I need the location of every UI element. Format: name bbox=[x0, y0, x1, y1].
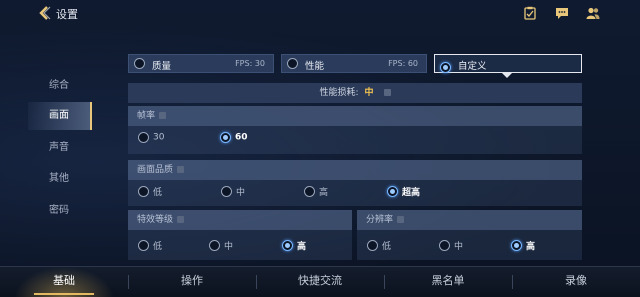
radio-selected-icon[interactable] bbox=[282, 240, 293, 251]
page-title: 设置 bbox=[56, 8, 78, 21]
quality-title: 画面品质 bbox=[137, 165, 174, 175]
effects-header: 特效等级 bbox=[128, 210, 352, 230]
effects-option-low[interactable]: 低 bbox=[138, 239, 162, 252]
chat-icon[interactable] bbox=[555, 6, 569, 20]
quality-option-medium[interactable]: 中 bbox=[221, 185, 245, 198]
resolution-option-high[interactable]: 高 bbox=[511, 239, 535, 252]
resolution-option-medium[interactable]: 中 bbox=[439, 239, 463, 252]
radio-icon[interactable] bbox=[138, 186, 149, 197]
preset-custom-radio[interactable] bbox=[440, 62, 451, 73]
radio-icon[interactable] bbox=[138, 240, 149, 251]
quality-option-low[interactable]: 低 bbox=[138, 185, 162, 198]
effects-title: 特效等级 bbox=[137, 215, 174, 225]
option-label: 低 bbox=[382, 242, 392, 252]
option-label: 高 bbox=[526, 242, 536, 252]
radio-selected-icon[interactable] bbox=[511, 240, 522, 251]
back-arrow-icon[interactable] bbox=[36, 5, 52, 21]
resolution-header: 分辨率 bbox=[357, 210, 582, 230]
preset-custom-label: 自定义 bbox=[458, 61, 487, 72]
radio-selected-icon[interactable] bbox=[387, 186, 398, 197]
framerate-option-30[interactable]: 30 bbox=[138, 132, 164, 143]
effects-option-medium[interactable]: 中 bbox=[209, 239, 233, 252]
bottom-tab-bar: 基础 操作 快捷交流 黑名单 录像 bbox=[0, 266, 640, 297]
tab-basic[interactable]: 基础 bbox=[14, 267, 114, 297]
tab-quick-chat[interactable]: 快捷交流 bbox=[270, 267, 370, 297]
preset-quality-label: 质量 bbox=[152, 61, 172, 72]
tab-divider bbox=[128, 275, 129, 289]
sidebar-item-password[interactable]: 密码 bbox=[28, 197, 90, 225]
tab-controls[interactable]: 操作 bbox=[142, 267, 242, 297]
framerate-option-60[interactable]: 60 bbox=[220, 132, 248, 143]
option-label: 高 bbox=[319, 188, 329, 198]
radio-icon[interactable] bbox=[138, 132, 149, 143]
performance-cost-bar: 性能损耗: 中 bbox=[128, 83, 582, 103]
tab-divider bbox=[512, 275, 513, 289]
radio-icon[interactable] bbox=[439, 240, 450, 251]
option-label: 超高 bbox=[402, 188, 421, 198]
tab-divider bbox=[384, 275, 385, 289]
option-label: 低 bbox=[153, 242, 163, 252]
resolution-option-low[interactable]: 低 bbox=[367, 239, 391, 252]
radio-selected-icon[interactable] bbox=[220, 132, 231, 143]
performance-cost-value: 中 bbox=[364, 88, 374, 98]
info-icon[interactable] bbox=[159, 112, 167, 119]
radio-icon[interactable] bbox=[304, 186, 315, 197]
radio-icon[interactable] bbox=[221, 186, 232, 197]
header: 设置 bbox=[0, 0, 640, 28]
info-icon[interactable] bbox=[397, 216, 405, 223]
radio-icon[interactable] bbox=[367, 240, 378, 251]
option-label: 60 bbox=[235, 132, 248, 143]
option-label: 低 bbox=[153, 188, 163, 198]
radio-icon[interactable] bbox=[209, 240, 220, 251]
info-icon[interactable] bbox=[177, 216, 185, 223]
tab-replay[interactable]: 录像 bbox=[526, 267, 626, 297]
tab-blacklist[interactable]: 黑名单 bbox=[398, 267, 498, 297]
friends-icon[interactable] bbox=[586, 6, 600, 20]
preset-performance-label: 性能 bbox=[305, 61, 325, 72]
preset-quality-button[interactable]: 质量 FPS: 30 bbox=[128, 54, 274, 73]
effects-option-high[interactable]: 高 bbox=[282, 239, 306, 252]
sidebar-item-other[interactable]: 其他 bbox=[28, 165, 90, 193]
quality-option-ultra[interactable]: 超高 bbox=[387, 185, 420, 198]
preset-performance-radio[interactable] bbox=[287, 58, 298, 69]
option-label: 中 bbox=[236, 188, 246, 198]
selection-pointer bbox=[502, 73, 512, 78]
sidebar-item-general[interactable]: 综合 bbox=[28, 72, 90, 100]
info-icon[interactable] bbox=[177, 166, 185, 173]
task-checklist-icon[interactable] bbox=[523, 6, 537, 20]
option-label: 高 bbox=[297, 242, 307, 252]
resolution-title: 分辨率 bbox=[366, 215, 394, 225]
sidebar-item-graphics[interactable]: 画面 bbox=[28, 102, 92, 130]
sidebar-item-sound[interactable]: 声音 bbox=[28, 134, 90, 162]
quality-option-high[interactable]: 高 bbox=[304, 185, 328, 198]
option-label: 中 bbox=[454, 242, 464, 252]
preset-performance-button[interactable]: 性能 FPS: 60 bbox=[281, 54, 427, 73]
tab-divider bbox=[256, 275, 257, 289]
framerate-header: 帧率 bbox=[128, 106, 582, 126]
framerate-title: 帧率 bbox=[137, 111, 156, 121]
preset-quality-fps: FPS: 30 bbox=[235, 59, 265, 68]
quality-header: 画面品质 bbox=[128, 160, 582, 180]
option-label: 中 bbox=[224, 242, 234, 252]
option-label: 30 bbox=[153, 132, 165, 143]
preset-quality-radio[interactable] bbox=[134, 58, 145, 69]
preset-custom-button[interactable]: 自定义 bbox=[434, 54, 582, 73]
info-icon[interactable] bbox=[383, 89, 391, 96]
performance-cost-label: 性能损耗: bbox=[319, 88, 359, 98]
preset-performance-fps: FPS: 60 bbox=[388, 59, 418, 68]
